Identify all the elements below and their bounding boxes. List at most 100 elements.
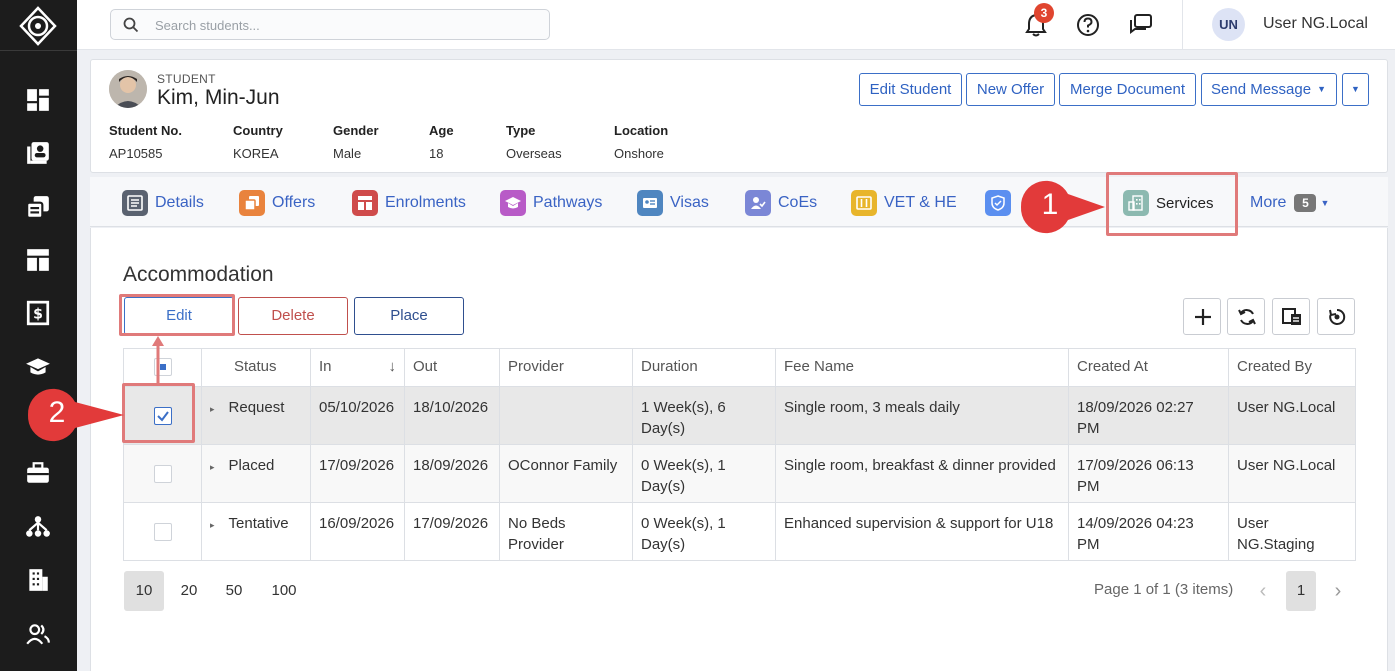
student-summary-card: STUDENT Kim, Min-Jun Edit Student New Of… (90, 59, 1388, 173)
user-name[interactable]: User NG.Local (1263, 15, 1368, 33)
rail-divider (0, 50, 77, 51)
tab-vet-he[interactable]: VET & HE (851, 190, 957, 216)
tab-label: VET & HE (884, 194, 957, 211)
coes-user-check-icon (745, 190, 771, 216)
page-size-10[interactable]: 10 (124, 571, 164, 611)
edit-student-button[interactable]: Edit Student (859, 73, 962, 106)
page-size-50[interactable]: 50 (214, 571, 254, 611)
refresh-button[interactable] (1227, 298, 1265, 335)
column-header-status[interactable]: Status (201, 348, 311, 387)
table-row[interactable]: ▸ Tentative 16/09/2026 17/09/2026 No Beds… (123, 502, 1356, 561)
page-number-button[interactable]: 1 (1286, 571, 1316, 611)
column-header-fee-name[interactable]: Fee Name (775, 348, 1069, 387)
page-size-20[interactable]: 20 (169, 571, 209, 611)
tab-pathways[interactable]: Pathways (500, 190, 602, 216)
messages-icon[interactable] (1128, 12, 1154, 38)
visas-card-icon (637, 190, 663, 216)
graduation-cap-icon[interactable] (25, 354, 51, 380)
field-student-no: Student No. AP10585 (109, 123, 182, 161)
tab-more[interactable]: More 5 ▼ (1250, 190, 1329, 216)
expand-row-icon[interactable]: ▸ (210, 520, 215, 530)
caret-down-icon: ▼ (1351, 84, 1360, 94)
column-header-in[interactable]: In ↓ (310, 348, 405, 387)
chevron-left-icon[interactable]: ‹ (1248, 571, 1278, 611)
search-box[interactable] (110, 9, 550, 40)
shield-check-icon (985, 190, 1011, 216)
chevron-right-icon[interactable]: › (1323, 571, 1353, 611)
column-header-created-at[interactable]: Created At (1068, 348, 1229, 387)
field-location: Location Onshore (614, 123, 668, 161)
field-value: AP10585 (109, 146, 163, 161)
delete-button[interactable]: Delete (238, 297, 348, 335)
row-checkbox[interactable] (153, 523, 172, 541)
tab-offers[interactable]: Offers (239, 190, 315, 216)
tab-label: Offers (272, 194, 316, 211)
table-row[interactable]: ▸ Placed 17/09/2026 18/09/2026 OConnor Fa… (123, 444, 1356, 503)
send-message-button[interactable]: Send Message ▼ (1201, 73, 1337, 106)
callout-label-2: 2 (48, 396, 66, 429)
column-header-provider[interactable]: Provider (499, 348, 633, 387)
more-actions-dropdown-button[interactable]: ▼ (1342, 73, 1369, 106)
plus-icon (1195, 309, 1211, 325)
tab-enrolments[interactable]: Enrolments (352, 190, 466, 216)
column-header-out[interactable]: Out (404, 348, 500, 387)
cell-created-by: User NG.Staging (1228, 502, 1356, 561)
send-message-label: Send Message (1211, 81, 1312, 98)
column-header-created-by[interactable]: Created By (1228, 348, 1356, 387)
cell-text: Request (228, 399, 285, 416)
search-icon (123, 17, 139, 33)
header-label: Duration (641, 358, 698, 375)
row-checkbox[interactable] (153, 465, 172, 483)
caret-down-icon: ▼ (1317, 84, 1326, 94)
table-header-row: Status In ↓ Out Provider Duration Fee Nam… (123, 348, 1356, 387)
layout-icon[interactable] (25, 247, 51, 273)
search-input[interactable] (155, 15, 535, 35)
help-icon[interactable] (1075, 12, 1101, 38)
building-icon[interactable] (25, 567, 51, 593)
reset-icon (1329, 308, 1346, 325)
app-logo-icon[interactable] (18, 6, 58, 46)
cell-duration: 0 Week(s), 1 Day(s) (632, 502, 776, 561)
finance-dollar-icon[interactable]: $ (25, 300, 51, 326)
field-age: Age 18 (429, 123, 454, 161)
briefcase-icon[interactable] (25, 460, 51, 486)
offers-stack-icon[interactable] (25, 194, 51, 220)
dashboard-icon[interactable] (25, 87, 51, 113)
header-label: Provider (508, 358, 564, 375)
new-offer-button[interactable]: New Offer (966, 73, 1055, 106)
expand-row-icon[interactable]: ▸ (210, 404, 215, 414)
expand-row-icon[interactable]: ▸ (210, 462, 215, 472)
tab-details[interactable]: Details (122, 190, 204, 216)
column-chooser-button[interactable] (1272, 298, 1310, 335)
users-icon[interactable] (25, 621, 51, 647)
cell-provider: OConnor Family (499, 444, 633, 503)
tab-label: Visas (670, 194, 709, 211)
cell-duration: 0 Week(s), 1 Day(s) (632, 444, 776, 503)
network-icon[interactable] (25, 514, 51, 540)
caret-down-icon: ▼ (1320, 198, 1330, 208)
user-avatar[interactable]: UN (1212, 8, 1245, 41)
offers-icon (239, 190, 265, 216)
user-separator (1182, 0, 1183, 50)
tab-label: More (1250, 194, 1287, 211)
merge-document-button[interactable]: Merge Document (1059, 73, 1196, 106)
callout-label-1: 1 (1041, 188, 1059, 221)
tab-label: CoEs (778, 194, 818, 211)
tab-label: Enrolments (385, 194, 466, 211)
field-value: KOREA (233, 146, 279, 161)
cell-in: 16/09/2026 (310, 502, 405, 561)
row-select-cell (123, 444, 202, 503)
reset-layout-button[interactable] (1317, 298, 1355, 335)
tab-coes[interactable]: CoEs (745, 190, 817, 216)
column-chooser-icon (1282, 308, 1301, 325)
column-header-duration[interactable]: Duration (632, 348, 776, 387)
add-button[interactable] (1183, 298, 1221, 335)
cell-in: 05/10/2026 (310, 386, 405, 445)
table-row[interactable]: ▸ Request 05/10/2026 18/10/2026 1 Week(s)… (123, 386, 1356, 445)
tab-visas[interactable]: Visas (637, 190, 709, 216)
field-label: Type (506, 123, 536, 138)
cell-created-by: User NG.Local (1228, 444, 1356, 503)
students-book-icon[interactable] (25, 140, 51, 166)
place-button[interactable]: Place (354, 297, 464, 335)
page-size-100[interactable]: 100 (263, 571, 305, 611)
